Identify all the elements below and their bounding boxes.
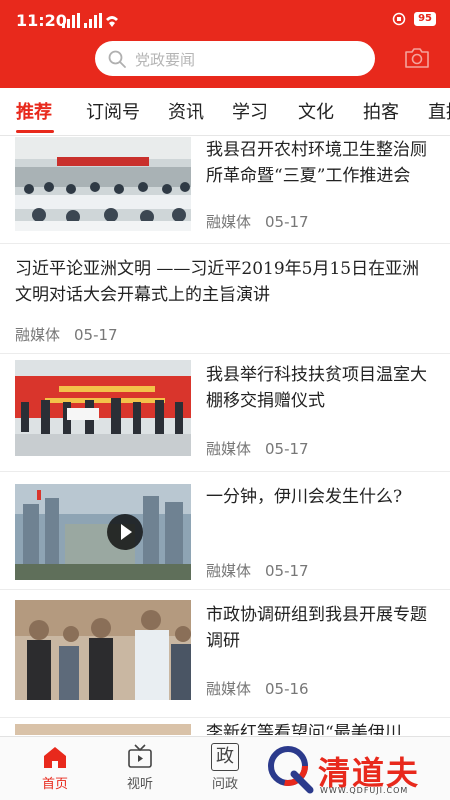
news-meta: 融媒体 05-17 — [206, 211, 309, 232]
news-source: 融媒体 — [15, 326, 61, 344]
news-feed[interactable]: 我县召开农村环境卫生整治厕所革命暨“三夏”工作推进会 融媒体 05-17 习近平论… — [0, 137, 450, 735]
list-item[interactable]: 市政协调研组到我县开展专题调研 融媒体 05-16 — [0, 590, 450, 718]
news-thumbnail — [15, 724, 191, 735]
news-title: 市政协调研组到我县开展专题调研 — [206, 605, 427, 651]
status-icons: 95 — [392, 12, 436, 26]
watermark-url: WWW.QDFUJI.COM — [320, 786, 409, 795]
list-item[interactable]: 习近平论亚洲文明 ——习近平2019年5月15日在亚洲文明对话大会开幕式上的主旨… — [0, 244, 450, 354]
news-title: 一分钟，伊川会发生什么? — [206, 487, 403, 507]
nav-media[interactable]: 视听 — [110, 743, 170, 792]
tab-study[interactable]: 学习 — [232, 98, 268, 124]
news-title: 李新红等看望问“最美伊川 — [206, 723, 402, 735]
news-thumbnail — [15, 360, 191, 456]
active-tab-indicator — [16, 130, 54, 133]
news-thumbnail — [15, 137, 191, 231]
list-item[interactable]: 我县举行科技扶贫项目温室大棚移交捐赠仪式 融媒体 05-17 — [0, 354, 450, 472]
category-tabs: 推荐 订阅号 资讯 学习 文化 拍客 直播 — [0, 88, 450, 136]
nav-label: 问政 — [211, 777, 238, 792]
list-item[interactable]: 李新红等看望问“最美伊川 — [0, 718, 450, 735]
alarm-icon — [392, 12, 406, 26]
tab-culture[interactable]: 文化 — [298, 98, 334, 124]
search-placeholder: 党政要闻 — [135, 51, 196, 69]
list-item[interactable]: 我县召开农村环境卫生整治厕所革命暨“三夏”工作推进会 融媒体 05-17 — [0, 137, 450, 244]
news-date: 05-16 — [265, 680, 309, 698]
tab-subscriptions[interactable]: 订阅号 — [86, 98, 140, 124]
nav-label: 视听 — [126, 777, 153, 792]
status-time: 11:20 — [16, 11, 67, 30]
camera-icon[interactable] — [404, 46, 430, 70]
signal-icon — [62, 13, 118, 28]
news-date: 05-17 — [265, 213, 309, 231]
zheng-icon: 政 — [211, 743, 239, 771]
news-title: 习近平论亚洲文明 ——习近平2019年5月15日在亚洲文明对话大会开幕式上的主旨… — [15, 259, 420, 305]
news-meta: 融媒体 05-17 — [206, 438, 309, 459]
status-bar: 11:20 95 — [0, 0, 450, 40]
list-item[interactable]: 一分钟，伊川会发生什么? 融媒体 05-17 — [0, 472, 450, 590]
news-meta: 融媒体 05-16 — [206, 678, 309, 699]
video-thumbnail[interactable] — [15, 484, 191, 580]
search-icon — [108, 50, 126, 68]
news-date: 05-17 — [265, 562, 309, 580]
battery-indicator: 95 — [414, 12, 436, 26]
play-icon[interactable] — [107, 514, 143, 550]
news-thumbnail — [15, 600, 191, 700]
tab-live[interactable]: 直播 — [428, 98, 450, 124]
nav-home[interactable]: 首页 — [25, 743, 85, 792]
search-bar[interactable]: 党政要闻 — [95, 41, 375, 76]
news-date: 05-17 — [265, 440, 309, 458]
news-meta: 融媒体 05-17 — [206, 560, 309, 581]
watermark-logo: 清道夫 WWW.QDFUJI.COM — [266, 742, 442, 800]
q-logo-icon — [268, 746, 314, 794]
news-meta: 融媒体 05-17 — [15, 324, 118, 345]
tab-recommend[interactable]: 推荐 — [16, 98, 52, 124]
news-title: 我县召开农村环境卫生整治厕所革命暨“三夏”工作推进会 — [206, 140, 427, 186]
news-source: 融媒体 — [206, 562, 252, 580]
news-source: 融媒体 — [206, 213, 252, 231]
nav-label: 首页 — [41, 777, 68, 792]
home-icon — [44, 747, 66, 768]
news-source: 融媒体 — [206, 680, 252, 698]
news-date: 05-17 — [74, 326, 118, 344]
app-header: 11:20 95 党政要闻 — [0, 0, 450, 88]
nav-inquiry[interactable]: 政 问政 — [195, 743, 255, 792]
news-source: 融媒体 — [206, 440, 252, 458]
tv-icon — [128, 744, 152, 768]
tab-news[interactable]: 资讯 — [168, 98, 204, 124]
tab-snapshots[interactable]: 拍客 — [363, 98, 399, 124]
news-title: 我县举行科技扶贫项目温室大棚移交捐赠仪式 — [206, 365, 427, 411]
